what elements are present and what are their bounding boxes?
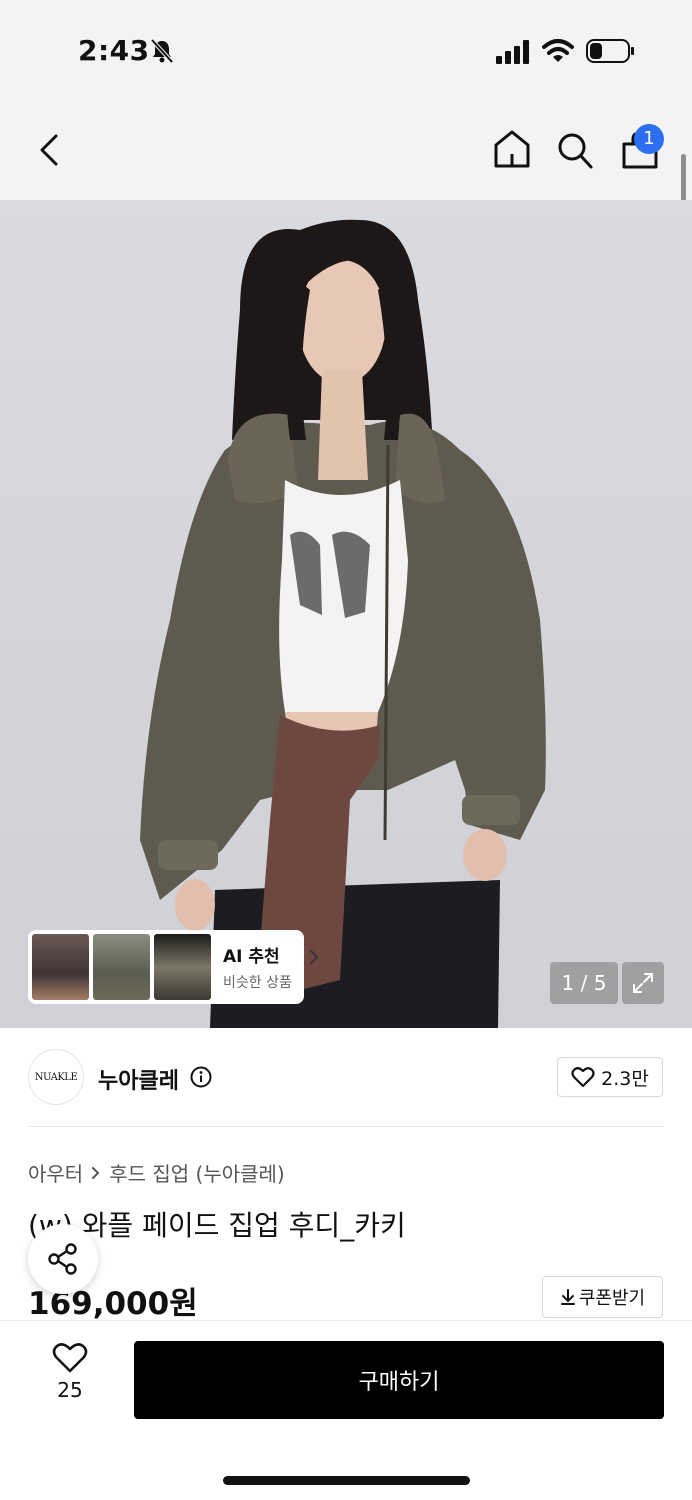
brand-like-button[interactable]: 2.3만 [557, 1057, 663, 1097]
search-icon[interactable] [556, 130, 594, 170]
status-bar: 2:43 [0, 0, 692, 100]
chevron-right-icon [310, 950, 319, 964]
ai-card-subtitle: 비슷한 상품 [223, 975, 292, 991]
buy-button[interactable]: 구매하기 [134, 1341, 664, 1419]
info-icon[interactable] [190, 1066, 212, 1088]
ai-recommendation-card[interactable]: AI 추천 비슷한 상품 [28, 930, 319, 1004]
heart-icon [571, 1067, 595, 1088]
brand-logo[interactable]: NUAKLE [28, 1049, 84, 1105]
share-button[interactable] [28, 1224, 98, 1294]
recommendation-thumbnail[interactable] [32, 934, 89, 1000]
chevron-right-icon [92, 1166, 100, 1179]
status-time: 2:43 [78, 34, 150, 67]
brand-like-count: 2.3만 [601, 1067, 649, 1090]
breadcrumb-subcategory[interactable]: 후드 집업 (누아클레) [109, 1158, 285, 1187]
wishlist-count: 25 [57, 1378, 83, 1402]
coupon-button[interactable]: 쿠폰받기 [542, 1276, 663, 1318]
home-indicator [223, 1476, 470, 1485]
recommendation-thumbnail[interactable] [154, 934, 211, 1000]
recommendation-thumbnail[interactable] [93, 934, 150, 1000]
heart-icon [52, 1343, 88, 1373]
bell-off-icon [150, 38, 174, 64]
image-page-counter: 1 / 5 [550, 962, 618, 1004]
product-image[interactable] [0, 200, 692, 1028]
wifi-icon [542, 39, 574, 62]
expand-icon [633, 973, 653, 993]
download-icon [560, 1289, 575, 1305]
ai-card-title: AI 추천 [223, 947, 280, 967]
expand-image-button[interactable] [622, 962, 664, 1004]
wishlist-button[interactable]: 25 [44, 1342, 96, 1414]
signal-icon [496, 40, 529, 64]
coupon-label: 쿠폰받기 [578, 1288, 646, 1309]
back-icon[interactable] [32, 130, 68, 170]
battery-icon [586, 39, 634, 63]
divider [28, 1126, 664, 1127]
home-icon[interactable] [492, 128, 532, 170]
breadcrumb: 아우터 후드 집업 (누아클레) [28, 1158, 285, 1187]
share-icon [48, 1243, 77, 1275]
ai-card-text: AI 추천 비슷한 상품 [223, 942, 292, 992]
cart-badge: 1 [634, 124, 664, 154]
brand-name[interactable]: 누아클레 [98, 1063, 179, 1095]
breadcrumb-category[interactable]: 아우터 [28, 1158, 83, 1187]
model-illustration [140, 219, 546, 1028]
header [0, 100, 692, 200]
